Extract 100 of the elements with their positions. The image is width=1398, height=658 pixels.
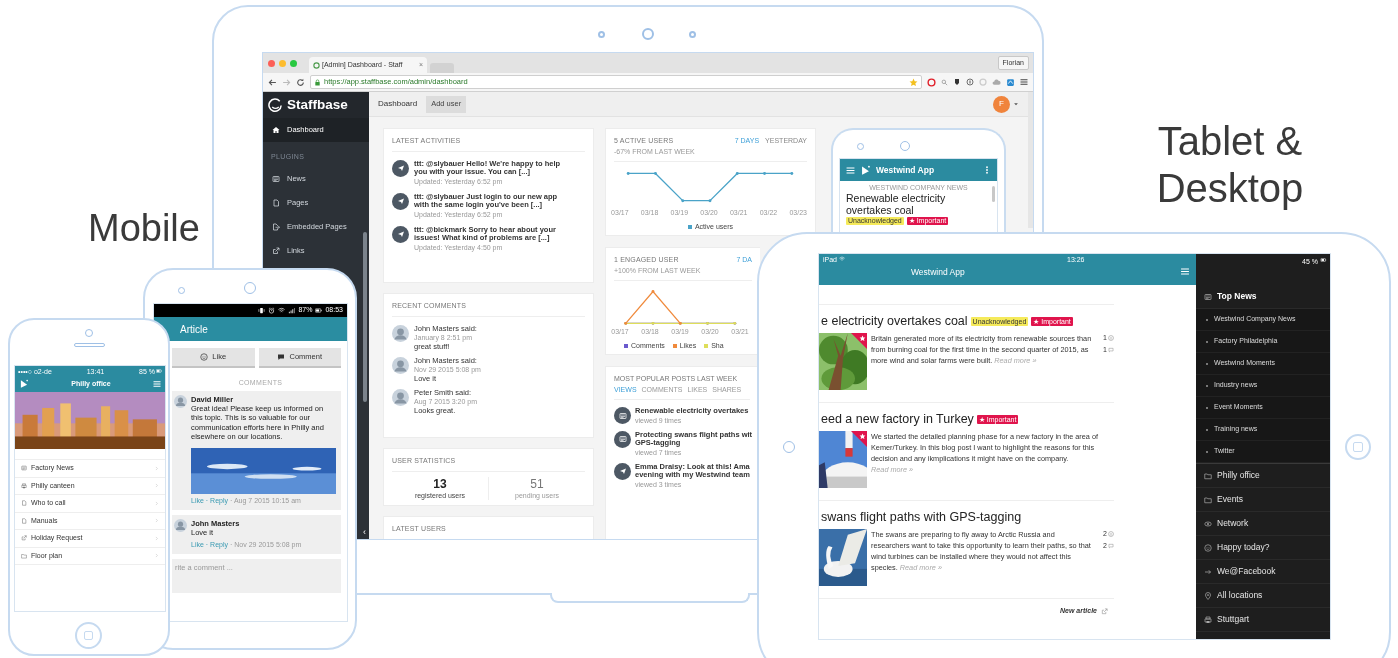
wifi-icon xyxy=(278,307,286,314)
brand-name: Staffbase xyxy=(287,95,348,114)
external-link-icon xyxy=(272,246,280,255)
newspaper-icon xyxy=(21,465,27,472)
heading: Desktop xyxy=(1156,165,1304,212)
signal-icon xyxy=(288,307,296,314)
paper-plane-icon xyxy=(396,197,405,205)
extension-icon[interactable] xyxy=(1006,77,1015,87)
menu-item[interactable]: Events xyxy=(1196,488,1330,512)
ring-icon[interactable] xyxy=(927,77,936,87)
logo-icon xyxy=(860,164,871,176)
chevron-icon xyxy=(154,518,159,524)
folder-icon xyxy=(1204,471,1212,480)
star-icon[interactable] xyxy=(909,77,918,87)
minimize-button[interactable] xyxy=(279,59,286,67)
star-ribbon-icon xyxy=(851,431,867,447)
menu-item[interactable]: Philly office xyxy=(1196,464,1330,488)
battery-icon xyxy=(315,307,323,314)
folder-icon xyxy=(1204,495,1212,504)
smiley-icon xyxy=(1204,543,1212,552)
page-icon xyxy=(272,198,280,207)
menu-item[interactable]: Stuttgart xyxy=(1196,608,1330,632)
article-title: eed a new factory in Turkey xyxy=(821,412,974,426)
comment-icon xyxy=(277,353,286,361)
avatar xyxy=(392,388,409,406)
more-icon[interactable] xyxy=(983,166,991,174)
back-icon[interactable] xyxy=(268,77,277,87)
battery-icon xyxy=(156,368,162,374)
speech-bubble-icon xyxy=(1107,346,1114,353)
alarm-icon xyxy=(268,307,276,314)
collapse-button[interactable]: ‹ xyxy=(363,527,366,537)
stat-value: 51 xyxy=(530,476,544,491)
external-link-icon xyxy=(21,535,27,542)
chevron-icon xyxy=(154,535,159,541)
article-title: swans flight paths with GPS-tagging xyxy=(821,510,1022,524)
chevron-icon xyxy=(154,483,159,489)
article-title: e electricity overtakes coal xyxy=(821,314,968,328)
home-icon xyxy=(272,126,280,134)
arrow-icon xyxy=(1204,567,1212,576)
reload-icon[interactable] xyxy=(296,77,305,87)
eye-icon xyxy=(1204,519,1212,528)
chevron-icon xyxy=(154,553,159,559)
edit-icon[interactable] xyxy=(1101,607,1108,615)
speech-bubble-icon xyxy=(1107,542,1114,549)
avatar xyxy=(392,324,409,342)
home-button-icon xyxy=(1353,442,1363,452)
stat-value: 13 xyxy=(433,476,447,491)
newspaper-icon xyxy=(618,411,627,420)
heading: Mobile xyxy=(88,206,200,250)
lock-icon xyxy=(314,78,321,86)
cloud-icon[interactable] xyxy=(992,77,1001,87)
star-ribbon-icon xyxy=(851,333,867,349)
page-title: Dashboard xyxy=(378,98,418,110)
menu-item[interactable]: All locations xyxy=(1196,584,1330,608)
chevron-icon xyxy=(154,500,159,506)
search-icon[interactable] xyxy=(941,78,948,86)
avatar xyxy=(174,394,187,408)
home-button[interactable] xyxy=(1345,434,1371,460)
scrollbar[interactable] xyxy=(363,232,367,402)
newspaper-icon xyxy=(618,435,627,443)
smiley-icon xyxy=(200,353,209,361)
page-arrow-icon xyxy=(272,222,280,231)
loading-icon xyxy=(313,61,320,69)
paper-plane-icon xyxy=(396,164,405,172)
smiley-icon xyxy=(1107,335,1114,342)
printer-icon xyxy=(1204,615,1212,624)
avatar xyxy=(174,519,187,532)
caret-icon[interactable] xyxy=(1013,101,1019,107)
close-button[interactable] xyxy=(268,59,275,67)
article-title: Renewable electricity overtakes coal xyxy=(846,192,947,216)
paper-plane-icon xyxy=(396,230,405,238)
scrollbar[interactable] xyxy=(1028,92,1033,228)
logo-icon xyxy=(268,97,283,113)
screen-title: Westwind App xyxy=(911,266,965,279)
menu-item[interactable]: We@Facebook xyxy=(1196,560,1330,584)
shield-icon[interactable] xyxy=(953,78,961,86)
menu-item[interactable]: Network xyxy=(1196,512,1330,536)
menu-icon[interactable] xyxy=(1020,78,1028,86)
maximize-button[interactable] xyxy=(290,59,297,67)
screen-title: Article xyxy=(180,322,208,337)
smiley-icon xyxy=(1107,531,1114,538)
forward-icon[interactable] xyxy=(282,77,291,87)
page-icon xyxy=(21,500,27,507)
speaker-grille xyxy=(74,343,105,347)
info-icon[interactable] xyxy=(966,78,974,86)
newspaper-icon xyxy=(1204,292,1212,301)
printer-icon xyxy=(21,482,27,489)
menu-item[interactable]: Happy today? xyxy=(1196,536,1330,560)
camera-icon xyxy=(642,28,654,40)
battery-icon xyxy=(1320,257,1327,263)
heading: Tablet & xyxy=(1157,118,1303,165)
home-button-icon xyxy=(84,631,93,640)
scrollbar[interactable] xyxy=(992,186,995,202)
app-title: Westwind App xyxy=(876,163,935,177)
vibrate-icon xyxy=(258,307,266,314)
logo-icon xyxy=(19,379,29,389)
chevron-icon xyxy=(154,465,159,471)
wifi-icon xyxy=(839,256,845,262)
home-button[interactable] xyxy=(75,622,102,649)
newspaper-icon xyxy=(272,174,280,183)
